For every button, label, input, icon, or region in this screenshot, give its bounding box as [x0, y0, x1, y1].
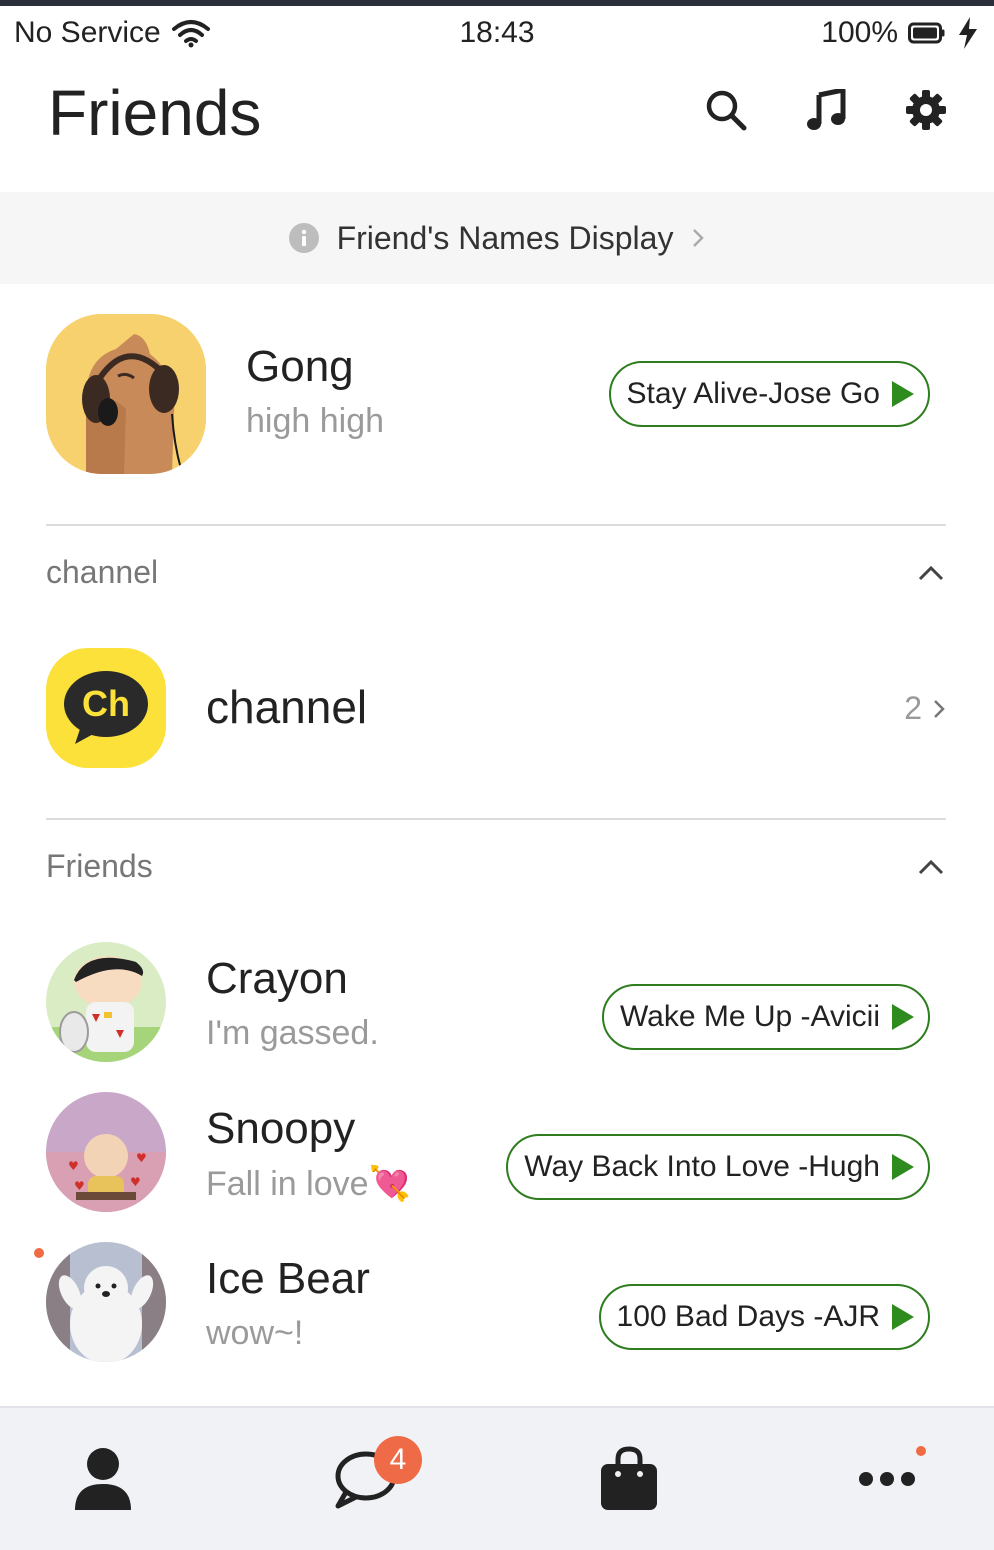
- play-icon: [892, 1004, 914, 1030]
- shopping-bag-icon: [601, 1446, 657, 1510]
- music-title: 100 Bad Days -AJR: [616, 1300, 880, 1333]
- play-icon: [892, 1304, 914, 1330]
- battery-icon: [908, 22, 945, 44]
- my-profile-name: Gong: [246, 342, 354, 391]
- friend-status: Fall in love💘: [206, 1165, 411, 1203]
- music-title: Wake Me Up -Avicii: [619, 1000, 880, 1033]
- nav-shopping-tab[interactable]: [594, 1444, 664, 1514]
- channel-logo: Ch: [46, 648, 166, 768]
- divider: [46, 524, 946, 526]
- avatar-illustration: ♥ ♥ ♥ ♥: [46, 1092, 166, 1212]
- my-profile-row[interactable]: Gong high high Stay Alive-Jose Go: [46, 314, 930, 474]
- music-title: Way Back Into Love -Hugh: [524, 1150, 880, 1183]
- channel-section-label: channel: [46, 554, 159, 590]
- nav-friends-tab[interactable]: [68, 1444, 138, 1514]
- friend-music-button[interactable]: Wake Me Up -Avicii: [601, 984, 930, 1050]
- friend-music-button[interactable]: 100 Bad Days -AJR: [598, 1284, 930, 1350]
- chevron-right-icon: [693, 229, 705, 247]
- person-icon: [75, 1448, 131, 1510]
- music-button[interactable]: [804, 88, 848, 132]
- friend-row-ice-bear[interactable]: Ice Bear wow~! 100 Bad Days -AJR: [46, 1242, 930, 1362]
- more-notification-dot: [916, 1446, 926, 1456]
- search-icon: [706, 90, 747, 131]
- friend-status: I'm gassed.: [206, 1014, 379, 1052]
- play-icon: [892, 1154, 914, 1180]
- chat-unread-badge: 4: [374, 1436, 422, 1484]
- divider: [46, 818, 946, 820]
- channel-count-value: 2: [904, 690, 922, 726]
- gear-icon: [906, 90, 946, 130]
- channel-ch-icon: Ch: [64, 671, 148, 744]
- avatar-illustration: [46, 942, 166, 1062]
- my-avatar[interactable]: [46, 314, 206, 474]
- svg-text:♥: ♥: [74, 1179, 85, 1193]
- friend-name: Crayon: [206, 954, 348, 1003]
- channel-count: 2: [904, 690, 946, 727]
- friend-avatar[interactable]: [46, 1242, 166, 1362]
- names-display-banner[interactable]: Friend's Names Display: [0, 192, 994, 284]
- header: Friends: [0, 62, 994, 192]
- new-update-dot: [34, 1248, 44, 1258]
- chevron-up-icon[interactable]: [916, 852, 946, 882]
- search-button[interactable]: [704, 88, 748, 132]
- svg-text:♥: ♥: [136, 1151, 147, 1165]
- avatar-illustration: [46, 1242, 166, 1362]
- page-title: Friends: [48, 77, 262, 149]
- names-display-label: Friend's Names Display: [336, 219, 674, 256]
- friend-row-snoopy[interactable]: ♥ ♥ ♥ ♥ Snoopy Fall in love💘 Way Back In…: [46, 1092, 930, 1212]
- header-actions: [704, 88, 948, 132]
- my-profile-music-button[interactable]: Stay Alive-Jose Go: [608, 361, 930, 427]
- channel-section-header[interactable]: channel: [46, 554, 946, 594]
- status-right: 100%: [821, 16, 980, 50]
- chevron-right-icon: [934, 699, 945, 718]
- friend-avatar[interactable]: [46, 942, 166, 1062]
- friends-section-label: Friends: [46, 848, 153, 884]
- channel-name: channel: [206, 681, 368, 733]
- friend-name: Ice Bear: [206, 1254, 370, 1303]
- settings-button[interactable]: [904, 88, 948, 132]
- friends-section-header[interactable]: Friends: [46, 848, 946, 888]
- nav-more-tab[interactable]: [852, 1444, 922, 1514]
- bottom-nav: 4: [0, 1406, 994, 1550]
- music-note-icon: [807, 89, 846, 130]
- battery-percent: 100%: [821, 16, 898, 49]
- play-icon: [892, 381, 914, 407]
- my-profile-status: high high: [246, 402, 385, 440]
- friend-row-crayon[interactable]: Crayon I'm gassed. Wake Me Up -Avicii: [46, 942, 930, 1062]
- charging-bolt-icon: [959, 17, 977, 49]
- more-icon: [859, 1472, 915, 1486]
- channel-row[interactable]: Ch channel 2: [46, 648, 946, 768]
- svg-text:♥: ♥: [68, 1159, 79, 1173]
- svg-text:♥: ♥: [130, 1175, 141, 1189]
- svg-text:Ch: Ch: [82, 683, 130, 724]
- status-bar: No Service 18:43 100%: [0, 6, 994, 62]
- friend-avatar[interactable]: ♥ ♥ ♥ ♥: [46, 1092, 166, 1212]
- avatar-illustration: [46, 314, 206, 474]
- music-title: Stay Alive-Jose Go: [626, 377, 880, 410]
- friend-status: wow~!: [206, 1314, 304, 1352]
- friend-name: Snoopy: [206, 1104, 356, 1153]
- chevron-up-icon[interactable]: [916, 558, 946, 588]
- info-icon: [288, 223, 319, 253]
- friend-music-button[interactable]: Way Back Into Love -Hugh: [506, 1134, 930, 1200]
